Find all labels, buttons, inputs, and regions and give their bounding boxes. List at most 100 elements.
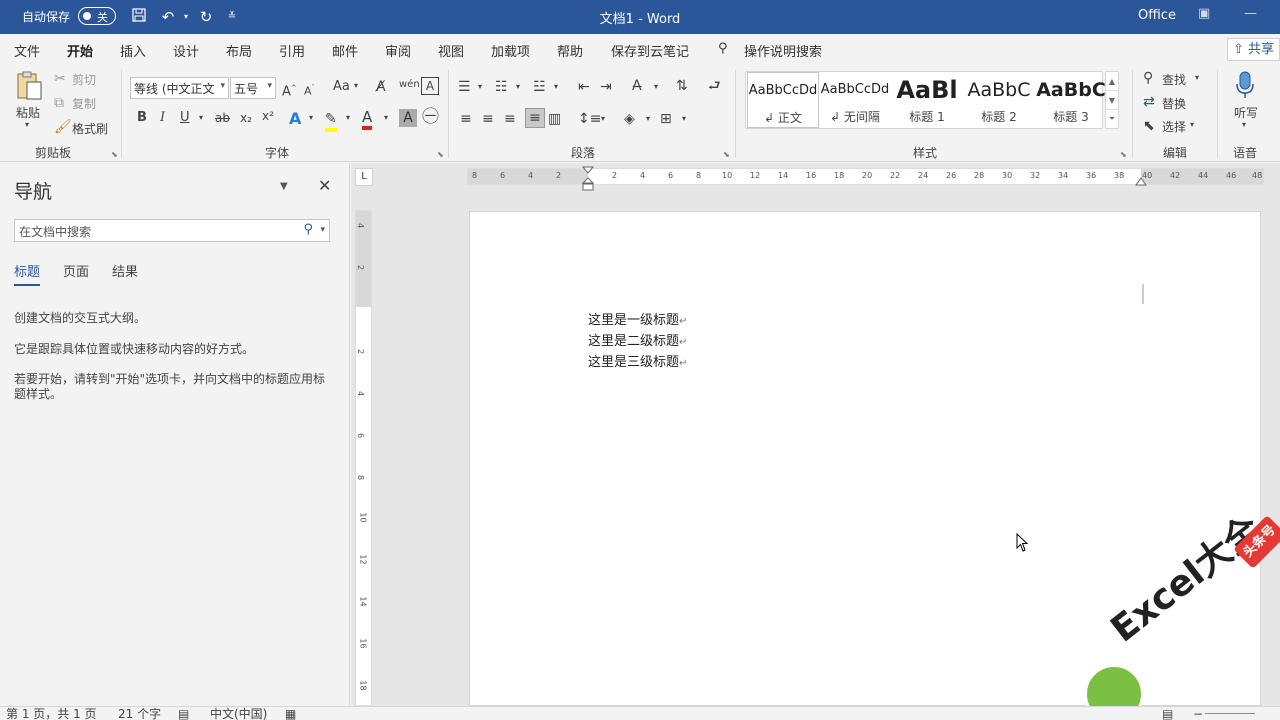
chevron-down-icon[interactable]: ▾: [1195, 73, 1199, 82]
tab-design[interactable]: 设计: [173, 41, 199, 60]
font-dialog-launcher-icon[interactable]: ⬊: [437, 150, 444, 159]
lightbulb-search-icon[interactable]: ⚲: [718, 41, 728, 56]
tab-references[interactable]: 引用: [279, 41, 305, 60]
sort-icon[interactable]: ⇅: [676, 77, 688, 95]
paste-label[interactable]: 粘贴: [16, 104, 40, 121]
bullets-icon[interactable]: ☰: [458, 78, 471, 96]
shrink-font-icon[interactable]: Aˇ: [304, 79, 315, 101]
select-icon[interactable]: ⬉: [1143, 117, 1155, 135]
borders-icon[interactable]: ⊞: [660, 110, 672, 128]
chevron-down-icon[interactable]: ▾: [554, 82, 558, 91]
clipboard-dialog-launcher-icon[interactable]: ⬊: [111, 150, 118, 159]
tab-addins[interactable]: 加载项: [491, 41, 530, 60]
paste-icon[interactable]: [14, 70, 46, 102]
chevron-down-icon[interactable]: ▾: [478, 82, 482, 91]
increase-indent-icon[interactable]: ⇥: [600, 78, 612, 96]
decrease-indent-icon[interactable]: ⇤: [578, 78, 590, 96]
strikethrough-button[interactable]: ab: [215, 111, 230, 125]
microphone-icon[interactable]: [1234, 70, 1256, 100]
scroll-up-icon[interactable]: ▲: [1106, 72, 1118, 91]
style-no-spacing[interactable]: AaBbCcDd ↲ 无间隔: [819, 72, 891, 128]
tab-view[interactable]: 视图: [438, 41, 464, 60]
style-normal[interactable]: AaBbCcDd ↲ 正文: [747, 72, 819, 128]
replace-icon[interactable]: ⇄: [1143, 93, 1155, 111]
chevron-down-icon[interactable]: ▾: [682, 114, 686, 123]
style-heading-3[interactable]: AaBbC 标题 3: [1035, 72, 1107, 128]
italic-button[interactable]: I: [160, 110, 165, 125]
underline-button[interactable]: U: [180, 110, 190, 125]
tab-selector[interactable]: L: [355, 168, 373, 186]
show-formatting-marks-icon[interactable]: ⮐: [708, 77, 721, 95]
chevron-down-icon[interactable]: ▾: [384, 113, 388, 122]
search-icon[interactable]: ⚲: [303, 222, 313, 237]
copy-icon[interactable]: ⧉: [54, 94, 64, 112]
page-count[interactable]: 第 1 页，共 1 页: [6, 707, 97, 720]
replace-label[interactable]: 替换: [1162, 95, 1186, 112]
tab-review[interactable]: 审阅: [385, 41, 411, 60]
share-button[interactable]: ⇧ 共享: [1227, 38, 1280, 61]
multilevel-list-icon[interactable]: ☳: [533, 78, 546, 96]
phonetic-guide-icon[interactable]: wén: [399, 76, 420, 94]
chevron-down-icon[interactable]: ▾: [1190, 120, 1194, 129]
enclose-characters-icon[interactable]: A: [421, 77, 439, 95]
grow-font-icon[interactable]: A^: [282, 79, 297, 101]
pane-options-icon[interactable]: ▼: [280, 181, 288, 192]
select-label[interactable]: 选择: [1162, 118, 1186, 135]
chevron-down-icon[interactable]: ▾: [646, 114, 650, 123]
chevron-down-icon[interactable]: ▾: [199, 113, 203, 122]
superscript-button[interactable]: x²: [262, 109, 274, 123]
bold-button[interactable]: B: [137, 110, 147, 125]
chevron-down-icon[interactable]: ▾: [309, 113, 313, 122]
chevron-down-icon[interactable]: ▾: [354, 81, 358, 90]
enclosed-character-icon[interactable]: ㊀: [422, 108, 439, 126]
distributed-icon[interactable]: ▥: [548, 110, 561, 128]
chevron-down-icon[interactable]: ▾: [601, 114, 605, 123]
account-name[interactable]: Office: [1138, 8, 1176, 23]
align-left-icon[interactable]: ≡: [460, 110, 472, 128]
navigation-search-input[interactable]: 在文档中搜索 ⚲ ▾: [14, 219, 330, 242]
ribbon-display-icon[interactable]: ▣: [1198, 6, 1210, 21]
document-line-heading-1[interactable]: 这里是一级标题↵: [588, 309, 687, 328]
text-effects-icon[interactable]: A: [289, 110, 301, 128]
chevron-down-icon[interactable]: ▾: [320, 225, 325, 235]
zoom-out-icon[interactable]: −: [1193, 707, 1203, 720]
tab-help[interactable]: 帮助: [557, 41, 583, 60]
paragraph-dialog-launcher-icon[interactable]: ⬊: [723, 150, 730, 159]
format-painter-label[interactable]: 格式刷: [72, 120, 108, 137]
scroll-down-icon[interactable]: ▼: [1106, 91, 1118, 110]
chinese-layout-icon[interactable]: A̶: [632, 77, 642, 95]
tell-me-search[interactable]: 操作说明搜索: [744, 41, 822, 60]
line-spacing-icon[interactable]: ↕≡: [578, 110, 601, 128]
character-shading-icon[interactable]: A: [399, 109, 417, 127]
numbering-icon[interactable]: ☷: [495, 78, 508, 96]
clear-formatting-icon[interactable]: A̸: [376, 78, 386, 96]
format-painter-icon[interactable]: 🖌: [54, 118, 72, 136]
tab-mailings[interactable]: 邮件: [332, 41, 358, 60]
font-size-combo[interactable]: 五号 ▾: [230, 77, 276, 99]
minimize-icon[interactable]: —: [1244, 6, 1257, 21]
find-label[interactable]: 查找: [1162, 71, 1186, 88]
word-count[interactable]: 21 个字: [118, 707, 161, 720]
nav-tab-headings[interactable]: 标题: [14, 261, 41, 286]
chevron-down-icon[interactable]: ▾: [654, 82, 658, 91]
right-indent-marker-icon[interactable]: [1135, 177, 1147, 187]
zoom-slider[interactable]: [1205, 713, 1255, 714]
style-heading-1[interactable]: AaBl 标题 1: [891, 72, 963, 128]
tab-home[interactable]: 开始: [67, 41, 94, 67]
chevron-down-icon[interactable]: ▾: [516, 82, 520, 91]
nav-tab-pages[interactable]: 页面: [63, 261, 89, 280]
shading-icon[interactable]: ◈: [624, 110, 635, 128]
font-name-combo[interactable]: 等线 (中文正文 ▾: [130, 77, 229, 99]
chevron-down-icon[interactable]: ▾: [346, 113, 350, 122]
find-icon[interactable]: ⚲: [1143, 69, 1153, 87]
cut-label[interactable]: 剪切: [72, 71, 96, 88]
change-case-button[interactable]: Aa: [333, 79, 350, 94]
language-status[interactable]: 中文(中国): [210, 707, 267, 720]
accessibility-icon[interactable]: ▦: [285, 707, 296, 720]
styles-gallery-scroll[interactable]: ▲ ▼ ⏷: [1105, 71, 1119, 129]
proofing-icon[interactable]: ▤: [178, 707, 189, 720]
dictate-label[interactable]: 听写: [1234, 104, 1258, 121]
document-line-heading-2[interactable]: 这里是二级标题↵: [588, 330, 687, 349]
align-center-icon[interactable]: ≡: [482, 110, 494, 128]
read-mode-icon[interactable]: ▤: [1162, 707, 1173, 720]
